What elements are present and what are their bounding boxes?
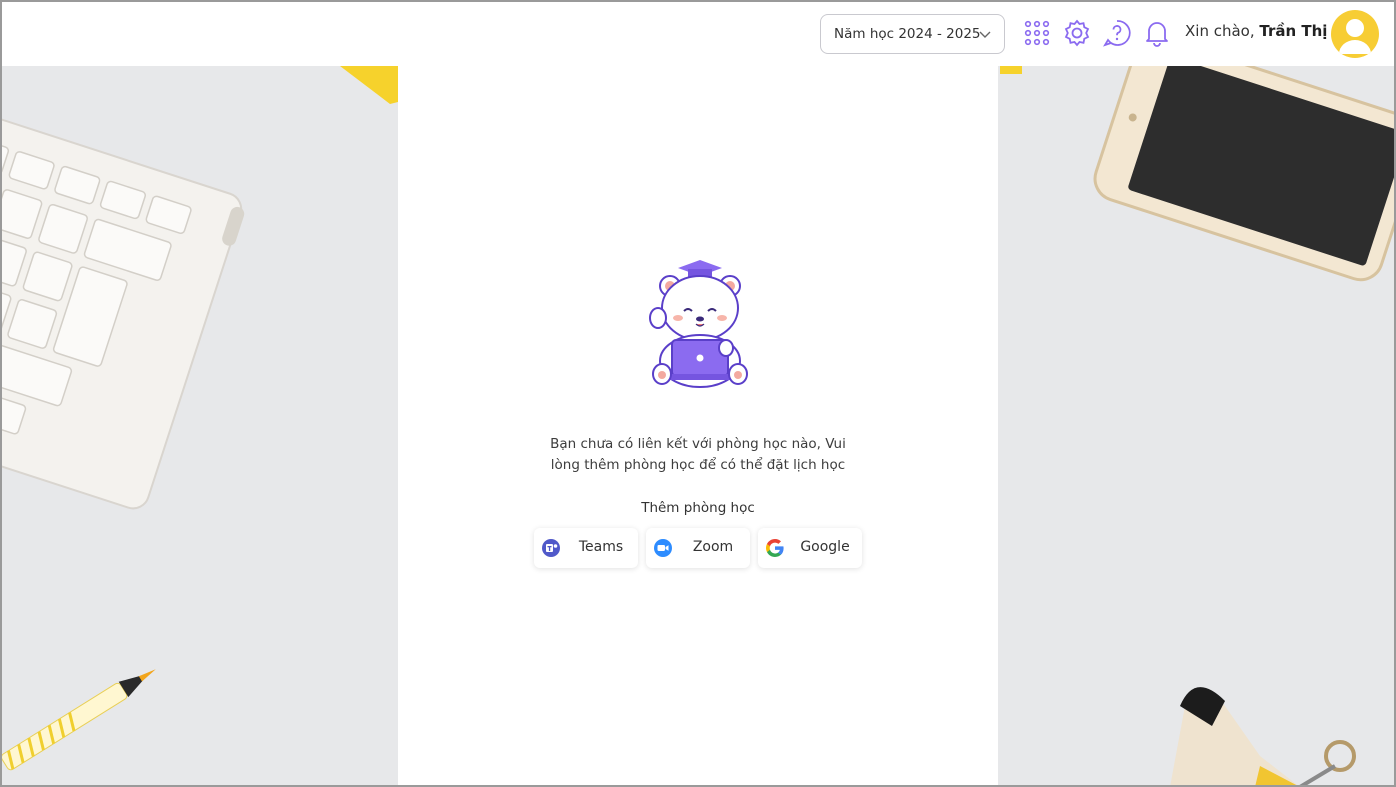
apps-grid-icon[interactable] — [1023, 19, 1051, 47]
teams-icon — [542, 539, 560, 557]
chevron-down-icon — [979, 31, 991, 38]
settings-gear-icon[interactable] — [1063, 19, 1091, 47]
user-name: Trần Thị — [1259, 22, 1328, 40]
google-icon — [766, 539, 784, 557]
zoom-button[interactable]: Zoom — [646, 528, 750, 568]
google-button[interactable]: Google — [758, 528, 862, 568]
greeting-prefix: Xin chào, — [1185, 22, 1255, 40]
user-greeting: Xin chào, Trần Thị — [1185, 22, 1327, 40]
empty-state-message: Bạn chưa có liên kết với phòng học nào, … — [550, 436, 846, 473]
zoom-icon — [654, 539, 672, 557]
school-year-value: Năm học 2024 - 2025 — [834, 26, 981, 42]
add-classroom-title: Thêm phòng học — [641, 500, 755, 516]
help-question-icon[interactable] — [1103, 19, 1131, 47]
user-avatar-icon — [1339, 19, 1371, 54]
user-avatar[interactable] — [1331, 10, 1379, 58]
zoom-label: Zoom — [692, 539, 734, 555]
bear-mascot-illustration — [649, 260, 748, 388]
teams-button[interactable]: Teams — [534, 528, 638, 568]
main-panel: Bạn chưa có liên kết với phòng học nào, … — [398, 66, 998, 787]
teams-label: Teams — [578, 539, 624, 555]
top-header: Năm học 2024 - 2025 Xin chào, Trần Thị — [0, 0, 1396, 66]
google-label: Google — [800, 539, 850, 555]
notification-bell-icon[interactable] — [1143, 19, 1171, 47]
school-year-select[interactable]: Năm học 2024 - 2025 — [820, 14, 1005, 54]
